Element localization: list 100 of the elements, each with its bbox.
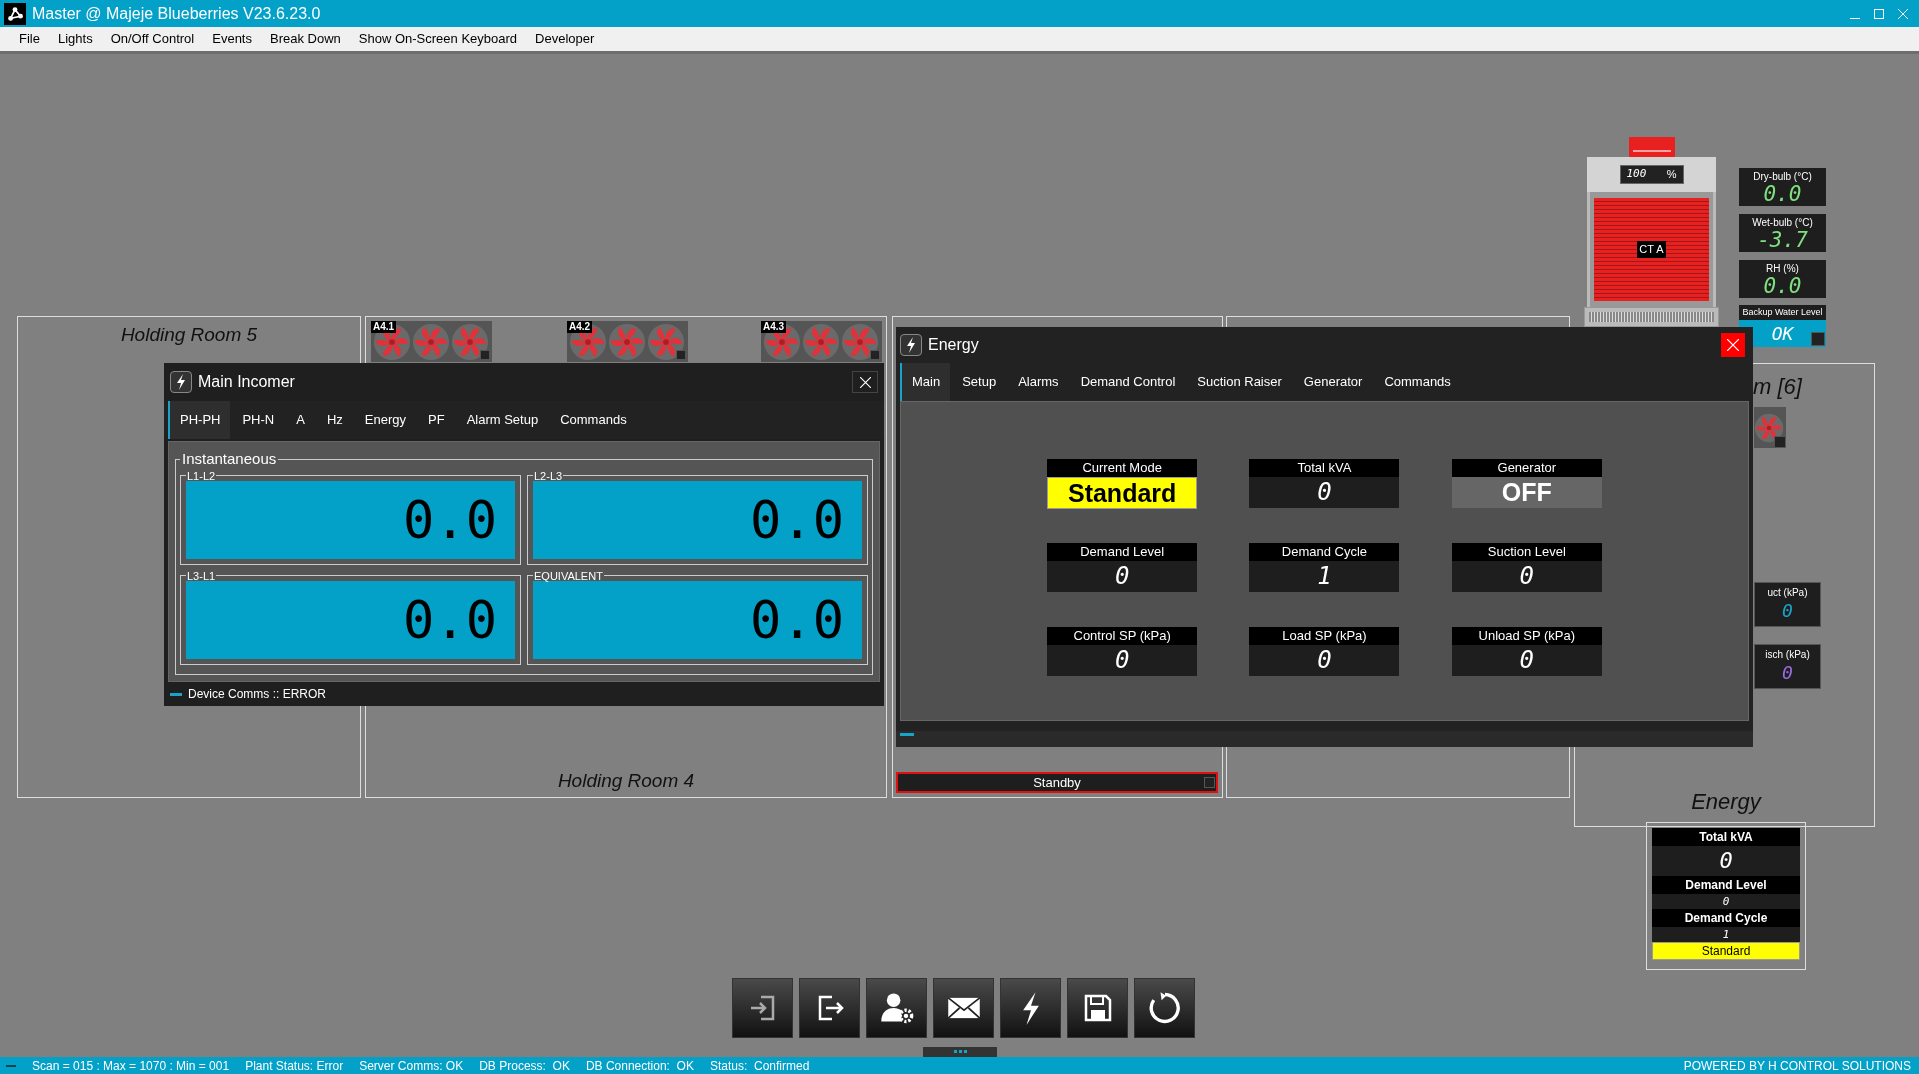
status-text: DB Connection: OK [585, 1057, 694, 1074]
display-label: L1-L2 [186, 470, 217, 481]
readout-label: Dry-bulb (°C) [1753, 170, 1812, 183]
tile-label: Demand Cycle [1249, 543, 1400, 561]
lightning-icon [170, 371, 192, 393]
comms-status: Device Comms :: ERROR [188, 686, 327, 703]
readout-value: 0.0 [1763, 275, 1802, 297]
tile-value: OFF [1451, 477, 1602, 508]
window-title: Main Incomer [198, 372, 295, 392]
tab[interactable]: Main [900, 363, 951, 401]
menu-item[interactable]: Lights [48, 29, 102, 49]
menu-item[interactable]: File [10, 29, 49, 49]
tab[interactable]: Demand Control [1068, 363, 1186, 401]
lcd-value: 0.0 [750, 493, 844, 546]
readout-value: -3.7 [1757, 229, 1808, 251]
display-label: L2-L3 [533, 470, 564, 481]
fan-icon [412, 322, 450, 361]
room-title: Holding Room 4 [557, 768, 695, 793]
status-indicator [870, 350, 880, 360]
status-indicator [1811, 332, 1825, 346]
toolbar-button[interactable] [1000, 978, 1061, 1038]
tab[interactable]: Suction Raiser [1185, 363, 1292, 401]
readout-label: isch (kPa) [1765, 648, 1810, 662]
fan-unit[interactable]: A4.2 [567, 321, 688, 362]
toolbar-button[interactable] [732, 978, 793, 1038]
readout-label: Backup Water Level [1741, 306, 1824, 319]
tab[interactable]: Energy [352, 401, 416, 439]
tile-value: 1 [1316, 561, 1333, 592]
tab[interactable]: Commands [548, 401, 637, 439]
fan-icon [451, 322, 489, 361]
room-title: Holding Room 5 [120, 323, 258, 347]
menu-item[interactable]: Break Down [261, 29, 350, 49]
toolbar-button[interactable] [799, 978, 860, 1038]
tab[interactable]: PH-N [230, 401, 285, 439]
fan-unit[interactable] [1754, 407, 1786, 448]
toolbar-button[interactable] [1134, 978, 1195, 1038]
tile-label: Unload SP (kPa) [1451, 627, 1602, 645]
tab[interactable]: Generator [1291, 363, 1373, 401]
tab[interactable]: PF [416, 401, 455, 439]
toolbar-button[interactable] [1067, 978, 1128, 1038]
drawer-handle[interactable] [923, 1047, 997, 1057]
app-logo-icon [4, 2, 26, 25]
toolbar-button[interactable] [933, 978, 994, 1038]
tile-label: Suction Level [1451, 543, 1602, 561]
window-title: Master @ Majeje Blueberries V23.6.23.0 [32, 3, 321, 24]
fan-icon [1754, 412, 1784, 443]
summary-value: 1 [1652, 927, 1800, 942]
summary-label: Demand Cycle [1652, 909, 1800, 927]
lcd-value: 0.0 [403, 493, 497, 546]
room-title: m [6] [1753, 373, 1802, 401]
fan-motor-icon [1628, 137, 1675, 157]
status-indicator [1204, 777, 1215, 788]
close-icon [1898, 8, 1908, 19]
tile-value: 0 [1518, 561, 1536, 592]
readout-label: RH (%) [1766, 262, 1799, 275]
tile-label: Control SP (kPa) [1047, 627, 1198, 645]
tab[interactable]: Commands [1372, 363, 1461, 401]
summary-label: Total kVA [1652, 828, 1800, 846]
tab[interactable]: Hz [314, 401, 353, 439]
group-title: Instantaneous [181, 449, 278, 469]
tile-label: Generator [1451, 459, 1602, 477]
lightning-icon [900, 334, 922, 356]
menu-item[interactable]: Events [203, 29, 261, 49]
status-text: Plant Status: Error [245, 1057, 344, 1074]
speed-unit: % [1666, 167, 1677, 183]
tab[interactable]: A [284, 401, 315, 439]
lcd-value: 0.0 [403, 593, 497, 646]
tile-label: Demand Level [1047, 543, 1198, 561]
tile-value: 0 [1518, 645, 1536, 676]
fan-unit[interactable]: A4.3 [761, 321, 882, 362]
tile-value: Standard [1047, 477, 1198, 509]
tower-label: CT A [1637, 241, 1666, 258]
readout-value: 0.0 [1763, 183, 1802, 205]
close-icon [859, 376, 871, 388]
menu-item[interactable]: Developer [526, 29, 604, 49]
toolbar-button[interactable] [866, 978, 927, 1038]
tile-value: 0 [1316, 645, 1333, 676]
tab[interactable]: Setup [950, 363, 1007, 401]
tab[interactable]: Alarms [1006, 363, 1069, 401]
readout-value: 0 [1782, 662, 1793, 684]
status-indicator [900, 733, 914, 736]
menu-item[interactable]: On/Off Control [101, 29, 204, 49]
standby-label: Standby [1033, 773, 1081, 792]
summary-label: Demand Level [1652, 876, 1800, 894]
status-text: Status: Confirmed [709, 1057, 810, 1074]
user-settings-icon [878, 990, 915, 1026]
tab[interactable]: Alarm Setup [454, 401, 549, 439]
status-text: Scan = 015 : Max = 1070 : Min = 001 [32, 1057, 230, 1074]
readout-label: uct (kPa) [1767, 586, 1808, 600]
close-button[interactable] [852, 371, 878, 393]
mode-indicator: Standard [1652, 942, 1800, 960]
tab[interactable]: PH-PH [168, 401, 231, 439]
tile-value: 0 [1113, 645, 1131, 676]
menu-item[interactable]: Show On-Screen Keyboard [349, 29, 527, 49]
tile-value: 0 [1316, 477, 1333, 508]
status-text: DB Process: OK [479, 1057, 570, 1074]
close-icon [1727, 339, 1739, 351]
fan-unit[interactable]: A4.1 [371, 321, 492, 362]
status-indicator [676, 350, 686, 360]
display-label: L3-L1 [186, 570, 217, 581]
